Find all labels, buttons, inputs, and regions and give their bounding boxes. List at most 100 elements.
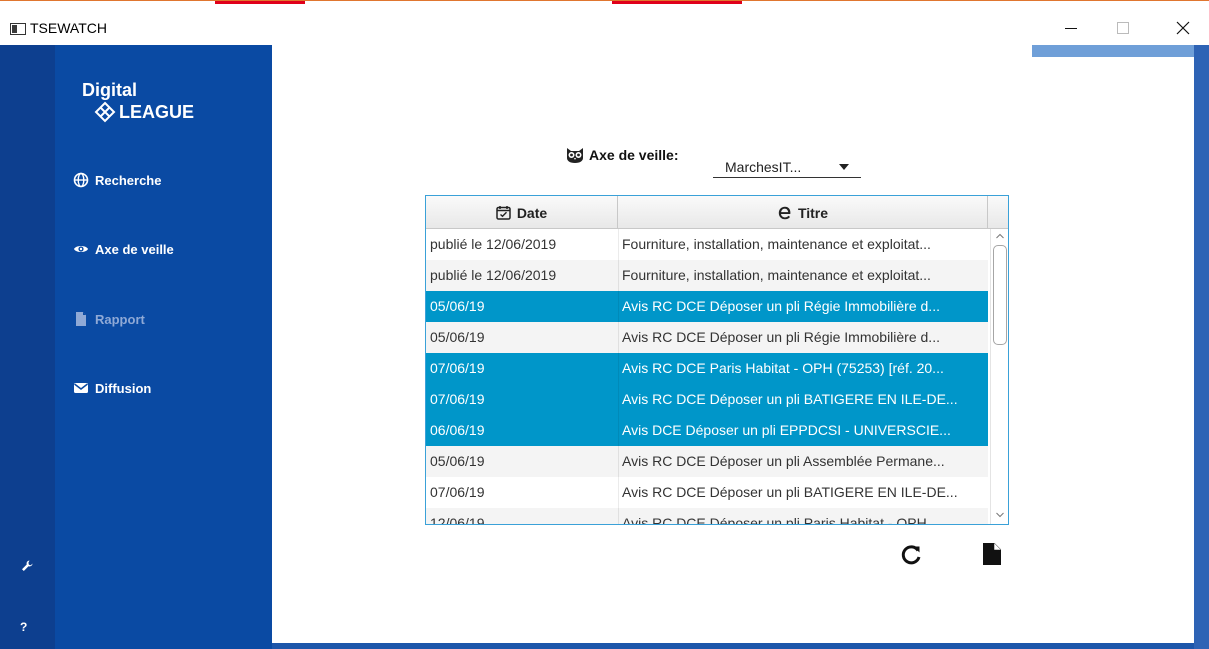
brand-logo: Digital LEAGUE: [82, 79, 194, 123]
maximize-button[interactable]: [1100, 15, 1146, 41]
cell-titre: Avis RC DCE Déposer un pli BATIGERE EN I…: [622, 391, 958, 407]
help-button[interactable]: ?: [20, 620, 27, 634]
minimize-icon: [1065, 27, 1077, 29]
table-row[interactable]: 12/06/19 Avis RC DCE Déposer un pli Paris…: [426, 508, 988, 525]
cell-date: 05/06/19: [430, 453, 485, 469]
cell-separator: [618, 415, 619, 446]
cell-separator: [618, 260, 619, 291]
envelope-icon: [74, 383, 88, 393]
cell-titre: Avis RC DCE Paris Habitat - OPH (75253) …: [622, 360, 944, 376]
eye-icon: [74, 246, 88, 252]
settings-button[interactable]: [20, 559, 34, 576]
table-row[interactable]: 07/06/19 Avis RC DCE Paris Habitat - OPH …: [426, 353, 988, 384]
chevron-down-icon: [839, 164, 849, 170]
app-icon: [10, 23, 26, 35]
ie-e-icon: [778, 206, 791, 220]
decorative-bottom: [272, 643, 1194, 649]
brand-line2: LEAGUE: [119, 102, 195, 122]
nav-rapport-label: Rapport: [95, 311, 145, 327]
table-row[interactable]: 07/06/19 Avis RC DCE Déposer un pli BATIG…: [426, 477, 988, 508]
cell-titre: Avis DCE Déposer un pli EPPDCSI - UNIVER…: [622, 422, 951, 438]
cell-date: 05/06/19: [430, 298, 485, 314]
sidebar-rail: ?: [0, 45, 55, 649]
nav-recherche-label: Recherche: [95, 172, 162, 188]
export-file-icon[interactable]: [982, 542, 1002, 566]
table-row[interactable]: 06/06/19 Avis DCE Déposer un pli EPPDCSI …: [426, 415, 988, 446]
maximize-icon: [1117, 22, 1129, 34]
brand-league: LEAGUE: [94, 101, 194, 123]
cell-separator: [618, 508, 619, 524]
table-header: Date Titre: [426, 196, 1008, 229]
cell-date: publié le 12/06/2019: [430, 236, 557, 252]
table-body: publié le 12/06/2019 Fourniture, installa…: [426, 229, 988, 525]
cell-titre: Fourniture, installation, maintenance et…: [622, 236, 931, 252]
close-button[interactable]: [1160, 15, 1206, 41]
nav-rapport[interactable]: Rapport: [73, 311, 145, 327]
brand-line1: Digital: [82, 80, 138, 100]
scroll-up-icon[interactable]: [996, 232, 1004, 240]
column-date-label: Date: [516, 204, 548, 221]
cell-date: publié le 12/06/2019: [430, 267, 557, 283]
scrollbar-thumb[interactable]: [993, 245, 1007, 345]
cell-date: 06/06/19: [430, 422, 485, 438]
cell-titre: Avis RC DCE Déposer un pli Régie Immobil…: [622, 329, 940, 345]
table-row[interactable]: 07/06/19 Avis RC DCE Déposer un pli BATIG…: [426, 384, 988, 415]
column-titre-label: Titre: [797, 204, 829, 221]
cell-date: 05/06/19: [430, 329, 485, 345]
nav-axe-label: Axe de veille: [95, 241, 174, 257]
table-row[interactable]: 05/06/19 Avis RC DCE Déposer un pli Régie…: [426, 291, 988, 322]
cell-separator: [618, 229, 619, 260]
app-window: TSEWATCH ? Digital LEAGUE Recherche Axe …: [0, 0, 1209, 649]
cell-separator: [618, 384, 619, 415]
results-table: Date Titre publié le 12/06/2019 Fournitur…: [425, 195, 1009, 525]
cell-titre: Avis RC DCE Déposer un pli Paris Habitat…: [622, 515, 939, 525]
vertical-scrollbar[interactable]: [990, 229, 1008, 524]
cell-titre: Avis RC DCE Déposer un pli Assemblée Per…: [622, 453, 945, 469]
cell-titre: Fourniture, installation, maintenance et…: [622, 267, 931, 283]
minimize-button[interactable]: [1048, 15, 1094, 41]
table-row[interactable]: publié le 12/06/2019 Fourniture, installa…: [426, 229, 988, 260]
table-row[interactable]: 05/06/19 Avis RC DCE Déposer un pli Régie…: [426, 322, 988, 353]
decorative-bar: [1032, 45, 1194, 57]
cell-separator: [618, 291, 619, 322]
refresh-icon[interactable]: [900, 544, 922, 566]
nav-diffusion-label: Diffusion: [95, 380, 152, 396]
scroll-down-icon[interactable]: [996, 511, 1004, 519]
cell-separator: [618, 322, 619, 353]
cell-date: 07/06/19: [430, 391, 485, 407]
window-title: TSEWATCH: [30, 20, 107, 36]
title-bar: TSEWATCH: [0, 11, 1209, 45]
decorative-edge: [1194, 45, 1209, 649]
nav-diffusion[interactable]: Diffusion: [73, 380, 151, 396]
cell-date: 07/06/19: [430, 360, 485, 376]
close-icon: [1176, 21, 1190, 35]
column-header-titre[interactable]: Titre: [618, 196, 988, 229]
calendar-icon: [496, 206, 511, 220]
column-header-filler: [988, 196, 1008, 229]
table-row[interactable]: publié le 12/06/2019 Fourniture, installa…: [426, 260, 988, 291]
strip-fragment: [215, 1, 305, 4]
column-header-date[interactable]: Date: [426, 196, 618, 229]
table-row[interactable]: 05/06/19 Avis RC DCE Déposer un pli Assem…: [426, 446, 988, 477]
cell-date: 12/06/19: [430, 515, 485, 525]
axe-de-veille-dropdown[interactable]: MarchesIT...: [713, 147, 861, 178]
axe-label-text: Axe de veille:: [589, 147, 679, 163]
cell-titre: Avis RC DCE Déposer un pli Régie Immobil…: [622, 298, 940, 314]
dropdown-value: MarchesIT...: [725, 159, 802, 175]
nav-axe-de-veille[interactable]: Axe de veille: [73, 241, 174, 257]
wrench-icon: [22, 560, 33, 571]
strip-fragment: [612, 1, 742, 4]
file-icon: [76, 312, 86, 326]
cell-separator: [618, 477, 619, 508]
sidebar: Digital LEAGUE Recherche Axe de veille R…: [55, 45, 272, 649]
cell-separator: [618, 353, 619, 384]
league-logo-icon: [94, 101, 116, 123]
cell-date: 07/06/19: [430, 484, 485, 500]
cell-titre: Avis RC DCE Déposer un pli BATIGERE EN I…: [622, 484, 958, 500]
globe-icon: [73, 172, 89, 188]
nav-recherche[interactable]: Recherche: [73, 172, 161, 188]
top-edge-strip: [0, 1, 1209, 11]
owl-icon: [567, 148, 583, 163]
cell-separator: [618, 446, 619, 477]
axe-de-veille-label: Axe de veille:: [565, 146, 679, 164]
